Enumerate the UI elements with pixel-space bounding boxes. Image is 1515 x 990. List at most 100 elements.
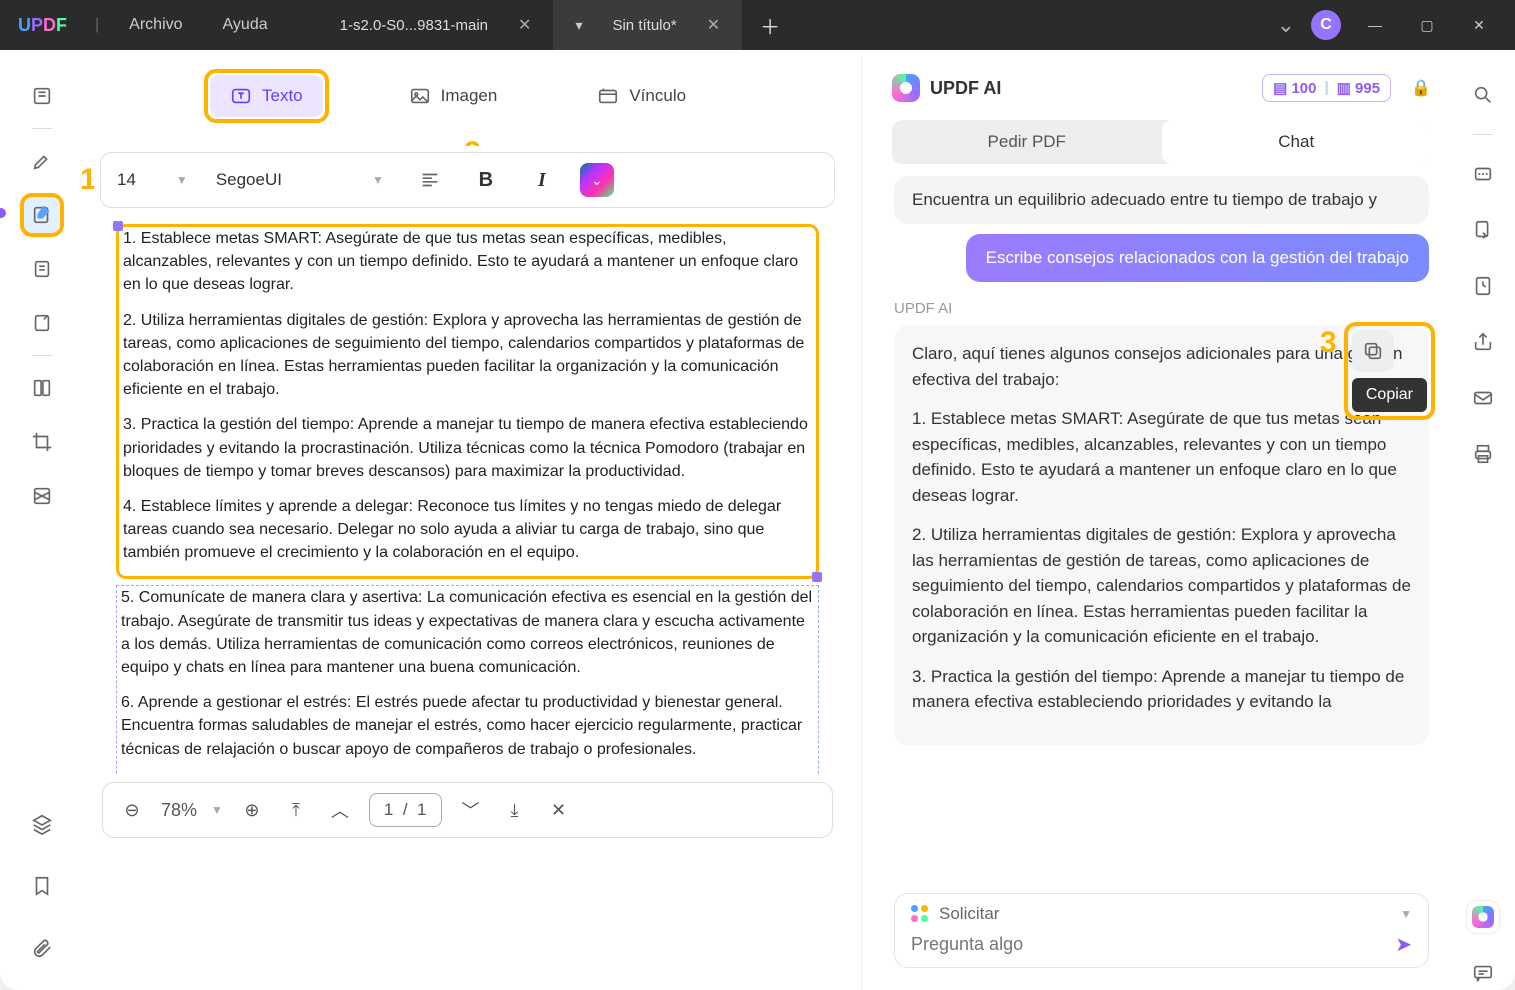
ai-panel: UPDF AI ▤ 100 | ▥ 995 🔒 Pedir PDF Chat E…	[861, 56, 1451, 990]
separator	[1473, 134, 1493, 135]
doc-paragraph[interactable]: 5. Comunícate de manera clara y asertiva…	[121, 586, 814, 679]
close-icon[interactable]: ✕	[707, 15, 720, 35]
document-editor: 14▼ SegoeUI▼ B I ⌄ 1. Establece metas SM…	[94, 146, 841, 990]
user-avatar[interactable]: C	[1311, 10, 1341, 40]
separator: |	[95, 16, 99, 34]
doc-paragraph[interactable]: 4. Establece límites y aprende a delegar…	[123, 495, 812, 565]
link-tool-button[interactable]: Vínculo	[577, 75, 706, 117]
form-icon[interactable]	[20, 301, 64, 345]
edit-pdf-icon[interactable]	[20, 193, 64, 237]
bookmark-icon[interactable]	[20, 864, 64, 908]
attachment-icon[interactable]	[20, 926, 64, 970]
left-sidebar: 1	[0, 56, 84, 990]
reader-mode-icon[interactable]	[20, 74, 64, 118]
layers-icon[interactable]	[20, 802, 64, 846]
lock-icon[interactable]: 🔒	[1411, 78, 1431, 98]
annotation-step-3: 3	[1320, 326, 1337, 360]
document-content[interactable]: 1. Establece metas SMART: Asegúrate de q…	[94, 214, 841, 774]
close-window-icon[interactable]: ✕	[1461, 7, 1497, 43]
font-size-dropdown[interactable]: 14▼	[117, 170, 196, 190]
chevron-down-icon[interactable]: ▼	[211, 803, 223, 817]
text-color-button[interactable]: ⌄	[580, 163, 614, 197]
close-bar-button[interactable]: ✕	[544, 795, 574, 825]
tab-chat[interactable]: Chat	[1162, 120, 1432, 164]
titlebar-right: ⌄ C — ▢ ✕	[1277, 7, 1515, 43]
selection-handle[interactable]	[113, 221, 123, 231]
chevron-down-icon[interactable]: ▾	[575, 17, 582, 34]
ai-mode-label: Solicitar	[939, 904, 999, 924]
font-size-value: 14	[117, 170, 136, 190]
convert-icon[interactable]	[1466, 213, 1500, 247]
chevron-down-icon[interactable]: ⌄	[1277, 12, 1295, 38]
tab-pedir-pdf[interactable]: Pedir PDF	[892, 120, 1162, 164]
close-icon[interactable]: ✕	[518, 15, 531, 35]
zoom-out-button[interactable]: ⊖	[117, 795, 147, 825]
print-icon[interactable]	[1466, 437, 1500, 471]
doc-paragraph[interactable]: 1. Establece metas SMART: Asegúrate de q…	[123, 227, 812, 297]
send-button[interactable]: ➤	[1395, 932, 1412, 957]
crop-icon[interactable]	[20, 420, 64, 464]
menu-ayuda[interactable]: Ayuda	[203, 16, 288, 34]
italic-button[interactable]: I	[524, 162, 560, 198]
app-body: 1 Texto 2 Imagen Vín	[0, 50, 1515, 990]
menu-archivo[interactable]: Archivo	[109, 16, 202, 34]
app-logo: UPDF	[0, 15, 85, 36]
right-sidebar	[1451, 56, 1515, 990]
ai-tabs: Pedir PDF Chat	[892, 120, 1431, 164]
comment-icon[interactable]	[1466, 956, 1500, 990]
font-family-value: SegoeUI	[216, 170, 282, 190]
highlighter-icon[interactable]	[20, 139, 64, 183]
ai-credits[interactable]: ▤ 100 | ▥ 995	[1262, 74, 1391, 102]
share-icon[interactable]	[1466, 325, 1500, 359]
ai-resp-line: 3. Practica la gestión del tiempo: Apren…	[912, 664, 1411, 715]
doc-paragraph[interactable]: 7. Aprende de tus experiencias: Reflexio…	[121, 773, 814, 774]
edit-toolbar: Texto 2 Imagen Vínculo	[84, 56, 851, 136]
last-page-button[interactable]: ⤓	[500, 795, 530, 825]
tab-doc-1[interactable]: 1-s2.0-S0...9831-main ✕	[318, 0, 554, 50]
email-icon[interactable]	[1466, 381, 1500, 415]
text-tool-button[interactable]: Texto	[210, 75, 323, 117]
apps-icon	[911, 905, 929, 923]
copy-button[interactable]	[1352, 330, 1394, 372]
page-tools-icon[interactable]	[20, 247, 64, 291]
zoom-in-button[interactable]: ⊕	[237, 795, 267, 825]
doc-paragraph[interactable]: 2. Utiliza herramientas digitales de ges…	[123, 309, 812, 402]
chevron-down-icon[interactable]: ▼	[1400, 907, 1412, 921]
text-icon	[230, 85, 252, 107]
ai-prev-response: Encuentra un equilibrio adecuado entre t…	[894, 176, 1429, 224]
annotation-dot	[0, 208, 6, 218]
font-family-dropdown[interactable]: SegoeUI ▼	[216, 170, 392, 190]
selection-handle[interactable]	[812, 572, 822, 582]
next-page-button[interactable]: ﹀	[456, 795, 486, 825]
ai-title: UPDF AI	[930, 78, 1001, 99]
image-tool-button[interactable]: Imagen	[389, 75, 518, 117]
search-icon[interactable]	[1466, 78, 1500, 112]
tab-doc-2[interactable]: ▾ Sin título* ✕	[553, 0, 742, 50]
ai-prompt-input[interactable]	[911, 934, 1395, 955]
ai-chat-scroll[interactable]: Encuentra un equilibrio adecuado entre t…	[880, 176, 1443, 883]
updf-ai-logo-icon	[892, 74, 920, 102]
separator	[32, 128, 52, 129]
bold-button[interactable]: B	[468, 162, 504, 198]
ocr-icon[interactable]	[1466, 157, 1500, 191]
ai-sender-label: UPDF AI	[894, 300, 1429, 317]
ai-mode-selector[interactable]: Solicitar ▼	[911, 904, 1412, 924]
align-left-button[interactable]	[412, 162, 448, 198]
credit-badge-2: ▥ 995	[1337, 79, 1380, 97]
first-page-button[interactable]: ⤒	[281, 795, 311, 825]
chevron-down-icon: ▼	[372, 173, 384, 187]
page-current: 1	[384, 800, 393, 819]
maximize-icon[interactable]: ▢	[1409, 7, 1445, 43]
new-tab-button[interactable]: ＋	[742, 0, 798, 50]
page-total: 1	[417, 800, 426, 819]
minimize-icon[interactable]: —	[1357, 7, 1393, 43]
ai-header: UPDF AI ▤ 100 | ▥ 995 🔒	[880, 68, 1443, 108]
organize-icon[interactable]	[20, 366, 64, 410]
doc-paragraph[interactable]: 3. Practica la gestión del tiempo: Apren…	[123, 413, 812, 483]
redact-icon[interactable]	[20, 474, 64, 518]
updf-ai-icon[interactable]	[1466, 900, 1500, 934]
page-indicator[interactable]: 1 / 1	[369, 793, 442, 827]
compress-icon[interactable]	[1466, 269, 1500, 303]
doc-paragraph[interactable]: 6. Aprende a gestionar el estrés: El est…	[121, 691, 814, 761]
prev-page-button[interactable]: ︿	[325, 795, 355, 825]
